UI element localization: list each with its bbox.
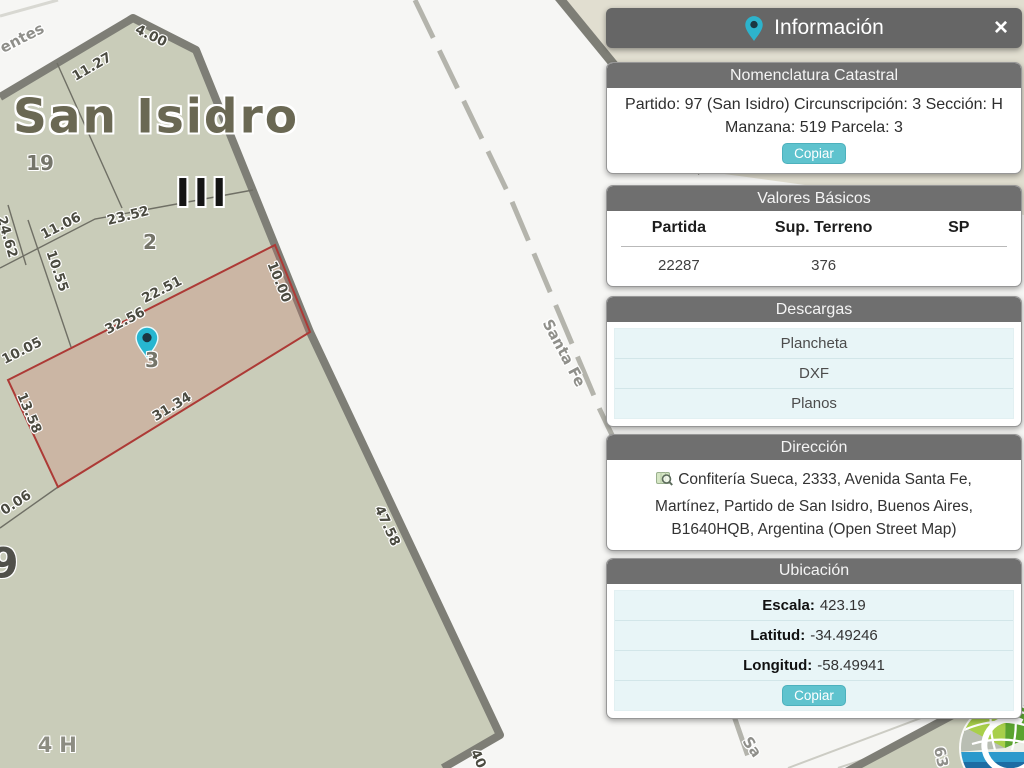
- address-line1: Confitería Sueca, 2333, Avenida Santa Fe…: [678, 471, 972, 488]
- column-header-sp: SP: [910, 219, 1007, 237]
- section-nomenclatura-title: Nomenclatura Catastral: [607, 63, 1021, 88]
- valores-table: Partida Sup. Terreno SP 22287 376: [607, 211, 1021, 286]
- map-search-icon: [656, 470, 673, 495]
- section-direccion-title: Dirección: [607, 435, 1021, 460]
- latitude-value: -34.49246: [810, 627, 878, 644]
- scale-value: 423.19: [820, 597, 866, 614]
- copy-nomenclatura-button[interactable]: Copiar: [782, 143, 846, 164]
- map-pin-icon: [744, 15, 764, 42]
- section-descargas: Descargas Plancheta DXF Planos: [606, 296, 1022, 427]
- latitude-label: Latitud:: [750, 627, 805, 644]
- valores-value-row: 22287 376: [621, 247, 1007, 274]
- download-dxf[interactable]: DXF: [615, 359, 1013, 389]
- value-sup-terreno: 376: [737, 257, 911, 274]
- panel-header: Información ×: [606, 8, 1022, 48]
- latitude-row: Latitud: -34.49246: [615, 621, 1013, 651]
- scale-label: Escala:: [762, 597, 815, 614]
- parcel-number: 9: [0, 539, 19, 588]
- nomenclatura-line1: Partido: 97 (San Isidro) Circunscripción…: [613, 93, 1015, 116]
- column-header-sup-terreno: Sup. Terreno: [737, 219, 911, 237]
- section-ubicacion-title: Ubicación: [607, 559, 1021, 584]
- download-plancheta[interactable]: Plancheta: [615, 329, 1013, 359]
- ubicacion-list: Escala: 423.19 Latitud: -34.49246 Longit…: [614, 590, 1014, 711]
- download-planos[interactable]: Planos: [615, 389, 1013, 418]
- section-direccion: Dirección Confitería Sueca, 2333, Avenid…: [606, 434, 1022, 551]
- copy-row: Copiar: [615, 681, 1013, 710]
- city-label: San Isidro: [13, 90, 299, 145]
- section-roman-label: III: [176, 171, 230, 215]
- parcel-number: 4: [38, 733, 53, 757]
- longitude-row: Longitud: -58.49941: [615, 651, 1013, 681]
- nomenclatura-text: Partido: 97 (San Isidro) Circunscripción…: [607, 88, 1021, 173]
- cadastral-map-app: entes 4.00 11.27 San Isidro 19 III 24.62…: [0, 0, 1024, 768]
- info-panel: Información × Nomenclatura Catastral Par…: [606, 8, 1022, 719]
- address-text: Confitería Sueca, 2333, Avenida Santa Fe…: [607, 460, 1021, 550]
- value-partida: 22287: [621, 257, 737, 274]
- selected-parcel-number: 3: [145, 348, 159, 372]
- nomenclatura-line2: Manzana: 519 Parcela: 3: [613, 116, 1015, 139]
- close-icon[interactable]: ×: [986, 8, 1016, 48]
- section-valores-title: Valores Básicos: [607, 186, 1021, 211]
- address-line2: Martínez, Partido de San Isidro, Buenos …: [655, 498, 973, 515]
- valores-header-row: Partida Sup. Terreno SP: [621, 219, 1007, 247]
- scale-row: Escala: 423.19: [615, 591, 1013, 621]
- longitude-value: -58.49941: [817, 657, 885, 674]
- parcel-number: 2: [143, 230, 157, 254]
- descargas-list: Plancheta DXF Planos: [614, 328, 1014, 419]
- longitude-label: Longitud:: [743, 657, 812, 674]
- address-line3: B1640HQB, Argentina (Open Street Map): [671, 521, 956, 538]
- section-letter-label: H: [59, 733, 77, 757]
- panel-title: Información: [774, 16, 884, 40]
- section-nomenclatura: Nomenclatura Catastral Partido: 97 (San …: [606, 62, 1022, 174]
- section-valores: Valores Básicos Partida Sup. Terreno SP …: [606, 185, 1022, 287]
- parcel-number: 19: [26, 151, 54, 175]
- section-ubicacion: Ubicación Escala: 423.19 Latitud: -34.49…: [606, 558, 1022, 719]
- copy-ubicacion-button[interactable]: Copiar: [782, 685, 846, 706]
- column-header-partida: Partida: [621, 219, 737, 237]
- value-sp: [910, 257, 1007, 274]
- section-descargas-title: Descargas: [607, 297, 1021, 322]
